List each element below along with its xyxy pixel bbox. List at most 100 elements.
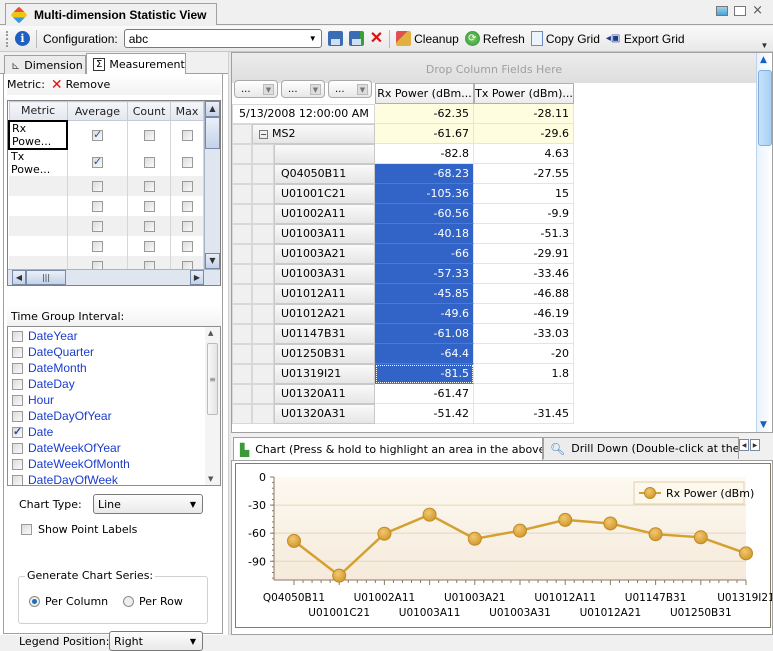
metric-row[interactable]: Rx Powe...: [8, 119, 204, 150]
time-group-item[interactable]: Hour: [8, 392, 220, 408]
average-checkbox[interactable]: [91, 200, 103, 212]
collapse-icon[interactable]: −: [259, 130, 268, 139]
time-group-item[interactable]: DateDay: [8, 376, 220, 392]
metric-row[interactable]: [9, 195, 204, 216]
scroll-up-icon[interactable]: ▲: [760, 55, 767, 65]
refresh-button[interactable]: ⟳ Refresh: [464, 31, 525, 46]
cell-tx[interactable]: -29.91: [474, 244, 574, 264]
max-checkbox[interactable]: [181, 180, 193, 192]
row-header[interactable]: U01003A31: [274, 264, 375, 284]
row-header[interactable]: U01319I21: [274, 364, 375, 384]
cell-tx[interactable]: -29.6: [474, 124, 574, 144]
time-group-item[interactable]: DateYear: [8, 328, 220, 344]
remove-metric-button[interactable]: ✕ Remove: [51, 78, 110, 92]
checkbox[interactable]: [12, 394, 23, 406]
cell-rx[interactable]: -61.08: [375, 324, 474, 344]
row-header[interactable]: U01147B31: [274, 324, 375, 344]
scroll-right-icon[interactable]: ▶: [190, 270, 204, 285]
chevron-down-icon[interactable]: ▼: [310, 83, 321, 95]
cell-tx[interactable]: 15: [474, 184, 574, 204]
radio-button[interactable]: [123, 596, 134, 607]
cell-rx[interactable]: -66: [375, 244, 474, 264]
data-point[interactable]: [513, 523, 527, 538]
per-row-radio[interactable]: Per Row: [123, 595, 183, 608]
average-checkbox[interactable]: [91, 220, 103, 232]
tab-drill-down[interactable]: 🔍︎ Drill Down (Double-click at the abov: [543, 437, 739, 459]
column-header-rx-power[interactable]: Rx Power (dBm...: [375, 83, 474, 104]
metric-name-cell[interactable]: Tx Powe...: [9, 148, 68, 176]
cell-tx[interactable]: -51.3: [474, 224, 574, 244]
radio-button[interactable]: [29, 596, 40, 607]
data-point[interactable]: [648, 527, 663, 542]
row-header[interactable]: U01003A21: [274, 244, 375, 264]
checkbox[interactable]: [12, 458, 23, 470]
count-checkbox[interactable]: [143, 180, 155, 192]
tab-dimension[interactable]: ⊾ Dimension: [4, 55, 86, 74]
cell-tx[interactable]: -31.45: [474, 404, 574, 424]
save-icon[interactable]: [327, 31, 343, 46]
cell-rx[interactable]: -62.35: [375, 104, 474, 124]
checkbox[interactable]: [12, 362, 23, 374]
document-tab[interactable]: Multi-dimension Statistic View: [5, 3, 217, 25]
cell-rx[interactable]: -105.36: [375, 184, 474, 204]
average-checkbox[interactable]: [92, 128, 104, 141]
row-header[interactable]: [274, 144, 375, 164]
row-header[interactable]: U01250B31: [274, 344, 375, 364]
cell-tx[interactable]: -33.03: [474, 324, 574, 344]
cell-tx[interactable]: -46.88: [474, 284, 574, 304]
time-group-item[interactable]: DateWeekOfMonth: [8, 456, 220, 472]
data-point[interactable]: [287, 533, 301, 548]
cell-rx[interactable]: -64.4: [375, 344, 474, 364]
cell-rx[interactable]: -40.18: [375, 224, 474, 244]
max-checkbox[interactable]: [181, 220, 193, 232]
count-checkbox[interactable]: [143, 240, 155, 252]
cell-rx[interactable]: -49.6: [375, 304, 474, 324]
cell-rx[interactable]: -61.47: [375, 384, 474, 404]
scroll-left-icon[interactable]: ◀: [12, 270, 26, 285]
scroll-down-icon[interactable]: ▼: [208, 475, 213, 483]
data-point[interactable]: [377, 526, 392, 541]
tab-scroll-right-icon[interactable]: ▶: [750, 439, 760, 451]
cell-rx[interactable]: -68.23: [375, 164, 474, 184]
tab-scroll-left-icon[interactable]: ◀: [739, 439, 749, 451]
tab-chart[interactable]: ▙ Chart (Press & hold to highlight an ar…: [233, 437, 543, 461]
time-group-item[interactable]: Date: [8, 424, 220, 440]
data-point[interactable]: [332, 568, 347, 583]
restore-icon[interactable]: [716, 6, 729, 16]
data-point[interactable]: [739, 546, 753, 561]
row-field-button[interactable]: ... ▼: [281, 80, 325, 98]
metric-name-cell[interactable]: [9, 235, 68, 256]
row-header[interactable]: U01001C21: [274, 184, 375, 204]
grid-vertical-scrollbar[interactable]: ▲ ▼: [756, 53, 772, 432]
max-checkbox[interactable]: [181, 129, 193, 141]
cell-rx[interactable]: -45.85: [375, 284, 474, 304]
time-group-item[interactable]: DateMonth: [8, 360, 220, 376]
column-header-tx-power[interactable]: Tx Power (dBm)...: [474, 83, 574, 104]
tab-measurement[interactable]: Σ Measurement: [86, 53, 186, 75]
column-header-average[interactable]: Average: [66, 101, 129, 121]
cell-tx[interactable]: -33.46: [474, 264, 574, 284]
cell-tx[interactable]: -46.19: [474, 304, 574, 324]
data-point[interactable]: [603, 516, 618, 531]
cell-rx[interactable]: -81.5: [375, 364, 474, 384]
metric-grid-vertical-scrollbar[interactable]: ▲ ▼: [204, 101, 220, 269]
drop-column-area[interactable]: Drop Column Fields Here: [232, 53, 756, 83]
metric-row[interactable]: [9, 175, 204, 196]
checkbox[interactable]: [12, 442, 23, 454]
metric-name-cell[interactable]: [9, 175, 68, 196]
checkbox[interactable]: [12, 425, 23, 438]
scroll-up-icon[interactable]: ▲: [205, 101, 220, 117]
count-checkbox[interactable]: [143, 220, 155, 232]
count-checkbox[interactable]: [143, 157, 155, 168]
metric-row[interactable]: [9, 215, 204, 236]
copy-grid-button[interactable]: Copy Grid: [530, 31, 600, 46]
row-header[interactable]: U01002A11: [274, 204, 375, 224]
cell-tx[interactable]: 1.8: [474, 364, 574, 384]
cleanup-button[interactable]: Cleanup: [396, 31, 459, 46]
close-icon[interactable]: ×: [752, 4, 763, 17]
scroll-down-icon[interactable]: ▼: [205, 253, 220, 269]
scroll-thumb[interactable]: [758, 70, 772, 146]
chevron-down-icon[interactable]: ▼: [263, 83, 274, 95]
per-column-radio[interactable]: Per Column: [29, 595, 108, 608]
toolbar-overflow-icon[interactable]: ▼: [760, 41, 769, 50]
